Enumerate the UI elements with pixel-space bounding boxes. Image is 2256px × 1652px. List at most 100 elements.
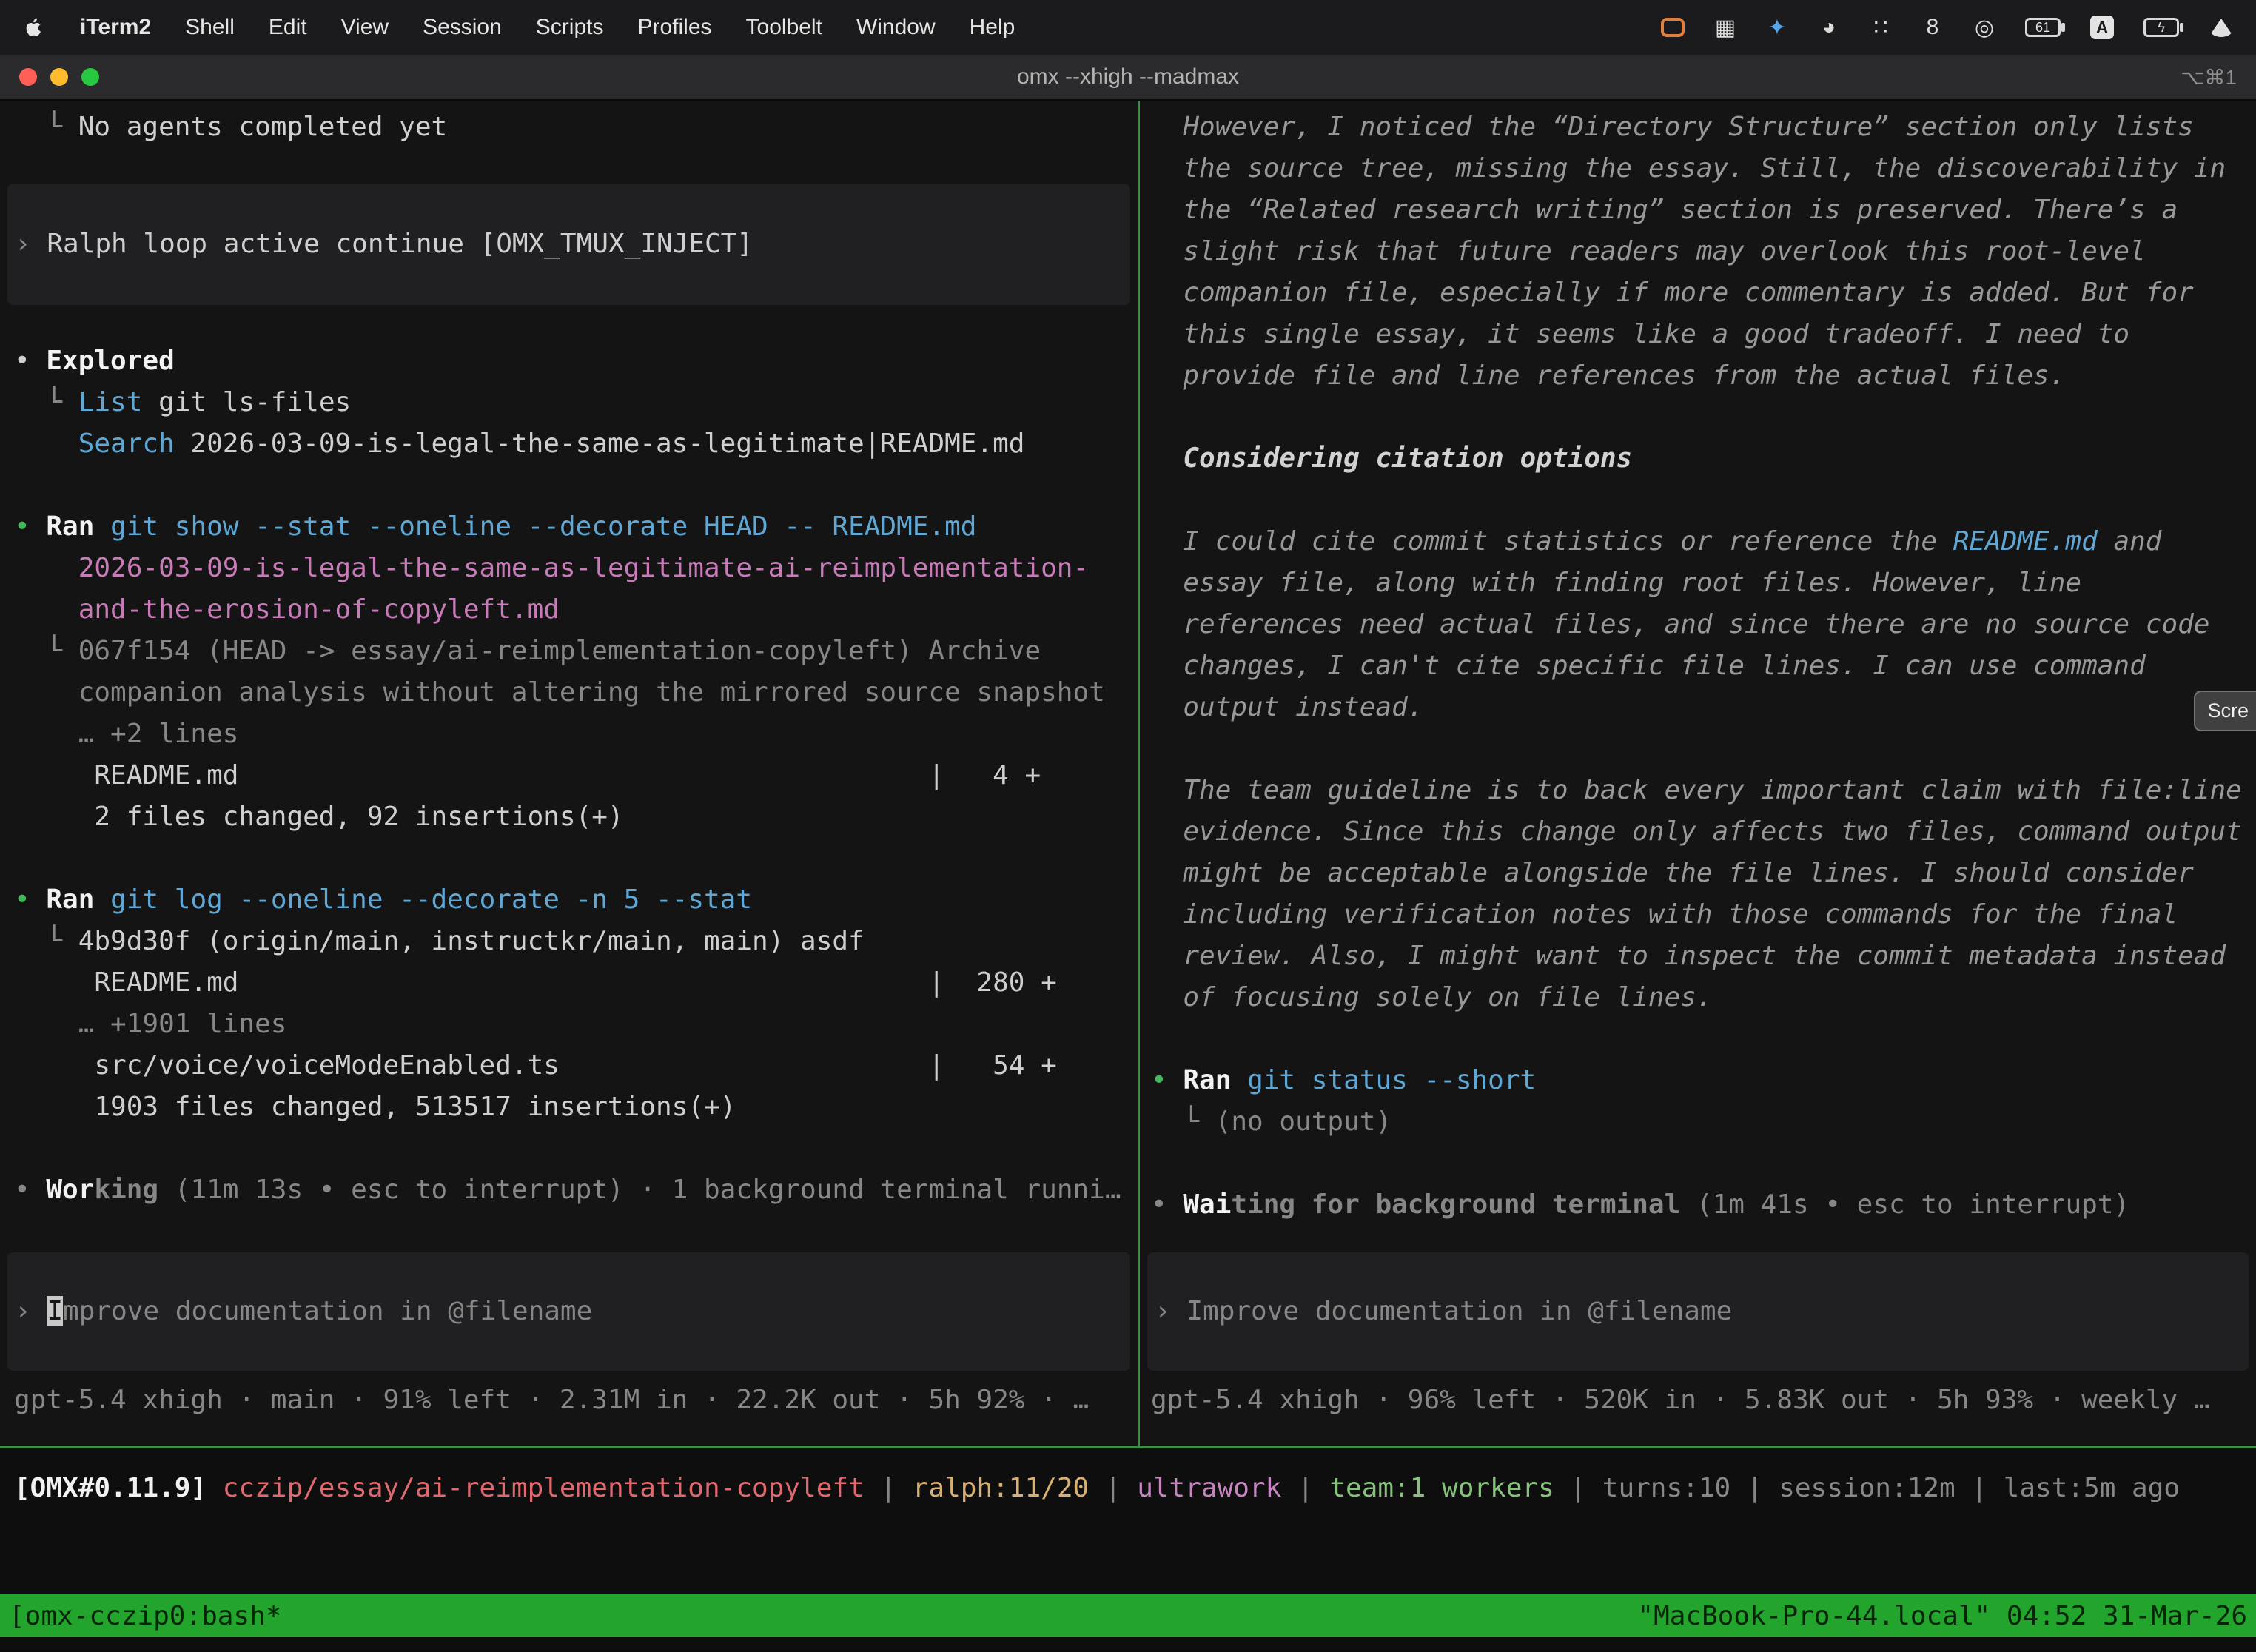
traffic-lights	[19, 55, 99, 99]
screen-edge-tab[interactable]: Scre	[2194, 691, 2256, 731]
battery-percent-icon[interactable]: 61	[2025, 18, 2061, 37]
window-title-bar: omx --xhigh --madmax ⌥⌘1	[0, 55, 2256, 101]
terminal-line: including verification notes with those …	[1140, 894, 2256, 936]
menu-item-window[interactable]: Window	[856, 15, 936, 40]
spacer	[0, 838, 1138, 879]
spacer	[1140, 480, 2256, 521]
bottom-region: [OMX#0.11.9] cczip/essay/ai-reimplementa…	[0, 1448, 2256, 1651]
menu-item-shell[interactable]: Shell	[185, 15, 235, 40]
menu-item-view[interactable]: View	[341, 15, 389, 40]
spacer	[1140, 1371, 2256, 1380]
spacer	[1140, 397, 2256, 438]
text-segment: └	[14, 636, 78, 666]
terminal-line: README.md | 280 +	[0, 962, 1138, 1004]
text-segment: ultrawork	[1137, 1473, 1281, 1503]
text-segment: including verification notes with those …	[1151, 899, 2178, 930]
blue-app-icon[interactable]: ✦	[1766, 15, 1788, 41]
terminal-line: src/voice/voiceModeEnabled.ts | 54 +	[0, 1045, 1138, 1087]
text-segment: … +2 lines	[14, 719, 238, 749]
terminal-line: 2026-03-09-is-legal-the-same-as-legitima…	[0, 548, 1138, 589]
battery-charging-icon[interactable]: ϟ	[2143, 18, 2179, 37]
text-segment: Considering citation options	[1151, 443, 1632, 474]
text-segment	[1231, 1065, 1247, 1095]
dots-grid-icon[interactable]: ∷	[1870, 15, 1892, 41]
text-segment: Ralph loop active continue [OMX_TMUX_INJ…	[47, 229, 753, 259]
text-segment: •	[14, 884, 46, 915]
text-segment: 2026-03-09-is-legal-the-same-as-legitima…	[78, 553, 1089, 583]
screen-recording-indicator[interactable]	[1661, 18, 1685, 37]
text-segment: cczip/essay/ai-reimplementation-copyleft	[223, 1473, 865, 1503]
text-segment: companion analysis without altering the …	[14, 677, 1105, 708]
text-segment	[14, 594, 78, 625]
text-segment: |	[1554, 1473, 1602, 1503]
text-segment: mprove documentation in @filename	[63, 1296, 592, 1326]
close-window-button[interactable]	[19, 68, 37, 86]
text-segment: git ls-files	[142, 387, 351, 417]
terminal-line: of focusing solely on file lines.	[1140, 977, 2256, 1018]
menu-item-help[interactable]: Help	[970, 15, 1015, 40]
text-segment: ›	[1155, 1296, 1186, 1326]
omx-status-line: [OMX#0.11.9] cczip/essay/ai-reimplementa…	[0, 1448, 2256, 1509]
spacer	[1140, 1018, 2256, 1060]
text-segment: of focusing solely on file lines.	[1151, 982, 1713, 1013]
text-segment: ›	[15, 229, 47, 259]
text-segment: |	[1730, 1473, 1779, 1503]
text-segment: I could cite commit statistics or refere…	[1151, 526, 1953, 557]
terminal-line: evidence. Since this change only affects…	[1140, 811, 2256, 853]
text-segment: last:5m ago	[2004, 1473, 2180, 1503]
text-segment: … +1901 lines	[14, 1009, 286, 1039]
terminal-line: review. Also, I might want to inspect th…	[1140, 936, 2256, 977]
terminal-line: this single essay, it seems like a good …	[1140, 314, 2256, 355]
text-segment: session:12m	[1779, 1473, 1955, 1503]
text-segment: git show --stat --oneline --decorate HEA…	[110, 511, 976, 542]
emoji-app-icon[interactable]: ◎	[1973, 15, 1995, 41]
text-segment: 2 files changed, 92 insertions(+)	[14, 802, 624, 832]
text-segment: src/voice/voiceModeEnabled.ts | 54 +	[14, 1050, 1057, 1081]
menu-item-edit[interactable]: Edit	[269, 15, 307, 40]
text-segment: |	[1281, 1473, 1329, 1503]
text-segment: README.md | 4 +	[14, 760, 1041, 790]
prompt-input-left[interactable]: › Improve documentation in @filename	[7, 1252, 1130, 1371]
text-segment: git log --oneline --decorate -n 5 --stat	[110, 884, 752, 915]
text-segment: •	[1151, 1065, 1183, 1095]
input-source-icon[interactable]: A	[2090, 16, 2114, 39]
numeric-app-icon[interactable]: 8	[1921, 15, 1944, 40]
wifi-icon[interactable]	[2209, 19, 2234, 37]
text-segment: However, I noticed the “Directory Struct…	[1151, 112, 2194, 142]
text-segment: The team guideline is to back every impo…	[1151, 775, 2242, 805]
tmux-session-label: [omx-cczip0:bash*	[9, 1601, 281, 1631]
menu-item-session[interactable]: Session	[423, 15, 502, 40]
text-segment: Search	[78, 429, 175, 459]
text-segment: I	[47, 1296, 63, 1326]
text-segment: [OMX#0.11.9]	[14, 1473, 223, 1503]
text-segment	[14, 553, 78, 583]
menu-item-scripts[interactable]: Scripts	[536, 15, 604, 40]
terminal-line: • Ran git status --short	[1140, 1060, 2256, 1101]
text-segment: changes, I can't cite specific file line…	[1151, 651, 2146, 681]
window-tiles-icon[interactable]: ▦	[1714, 15, 1736, 41]
menu-item-iterm2[interactable]: iTerm2	[80, 15, 151, 40]
terminal-line: might be acceptable alongside the file l…	[1140, 853, 2256, 894]
menu-item-profiles[interactable]: Profiles	[637, 15, 711, 40]
right-terminal-pane[interactable]: However, I noticed the “Directory Struct…	[1140, 101, 2256, 1446]
round-app-icon[interactable]: ◕	[1818, 15, 1840, 40]
prompt-input-right[interactable]: › Improve documentation in @filename	[1147, 1252, 2249, 1371]
text-segment: Improve documentation in @filename	[1186, 1296, 1732, 1326]
apple-menu-icon[interactable]	[22, 16, 46, 39]
spacer	[0, 1371, 1138, 1380]
menu-item-toolbelt[interactable]: Toolbelt	[746, 15, 822, 40]
terminal-line: essay file, along with finding root file…	[1140, 563, 2256, 604]
tmux-status-bar: [omx-cczip0:bash* "MacBook-Pro-44.local"…	[0, 1594, 2256, 1637]
terminal-line: the “Related research writing” section i…	[1140, 189, 2256, 231]
text-segment: and-the-erosion-of-copyleft.md	[78, 594, 560, 625]
text-segment: review. Also, I might want to inspect th…	[1151, 941, 2226, 971]
minimize-window-button[interactable]	[50, 68, 68, 86]
zoom-window-button[interactable]	[81, 68, 99, 86]
text-segment: turns:10	[1602, 1473, 1730, 1503]
text-segment: gpt-5.4 xhigh · 96% left · 520K in · 5.8…	[1151, 1385, 2209, 1415]
text-segment: (no output)	[1215, 1107, 1391, 1137]
terminal-line: 2 files changed, 92 insertions(+)	[0, 796, 1138, 838]
left-terminal-pane[interactable]: └ No agents completed yet› Ralph loop ac…	[0, 101, 1138, 1446]
text-segment: might be acceptable alongside the file l…	[1151, 858, 2194, 888]
text-segment	[14, 429, 78, 459]
